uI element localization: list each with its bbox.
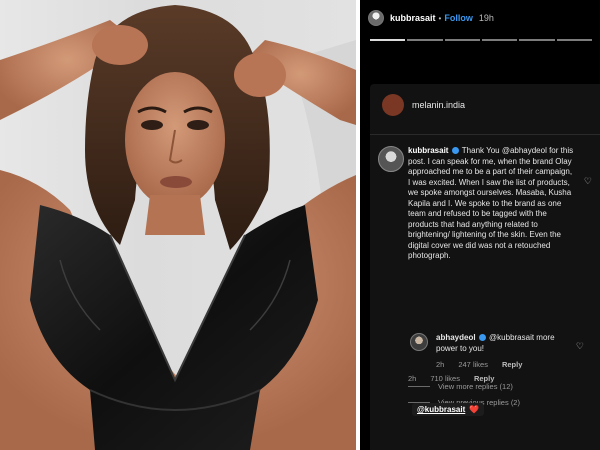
reply-avatar[interactable]: [410, 333, 428, 351]
reply-age: 2h: [436, 360, 445, 369]
comment-text: kubbrasait Thank You @abhaydeol for this…: [408, 146, 576, 262]
separator-dot: •: [438, 13, 442, 23]
instagram-story: kubbrasait • Follow 19h melanin.india ku…: [360, 0, 600, 450]
verified-badge-icon: [451, 147, 459, 154]
view-more-replies[interactable]: View more replies (12): [408, 382, 513, 391]
verified-badge-icon: [478, 334, 486, 341]
portrait-illustration: [0, 5, 356, 450]
commenter-avatar[interactable]: [378, 146, 404, 172]
story-timestamp: 19h: [478, 13, 494, 23]
progress-segment: [407, 39, 443, 41]
reply-button[interactable]: Reply: [502, 360, 522, 369]
progress-segment: [556, 39, 592, 41]
progress-segment: [444, 39, 480, 41]
progress-segment: [519, 39, 555, 41]
comment-body: Thank You @abhaydeol for this post. I ca…: [408, 146, 574, 260]
progress-segment: [481, 39, 518, 41]
red-heart-emoji: ❤️: [469, 405, 480, 414]
reply-meta: 2h 247 likes Reply: [436, 360, 522, 369]
mention-tag[interactable]: @kubbrasait: [417, 405, 465, 414]
mention-sticker[interactable]: @kubbrasait ❤️: [412, 403, 485, 416]
heart-outline-icon[interactable]: ♡: [576, 341, 584, 352]
brand-avatar[interactable]: [382, 94, 404, 116]
reply-username[interactable]: abhaydeol: [436, 333, 476, 342]
reply-text: abhaydeol @kubbrasait more power to you!: [436, 333, 558, 354]
card-separator: [370, 134, 600, 135]
model-photo: [0, 0, 356, 450]
heart-outline-icon[interactable]: ♡: [584, 176, 592, 187]
profile-avatar[interactable]: [368, 10, 384, 26]
follow-button[interactable]: Follow: [444, 13, 473, 23]
reply-likes[interactable]: 247 likes: [458, 360, 488, 369]
story-progress-bar: [370, 39, 592, 41]
story-username[interactable]: kubbrasait: [390, 13, 436, 23]
reply-line: [408, 386, 430, 387]
view-more-label: View more replies (12): [438, 382, 513, 391]
progress-segment: [370, 39, 406, 41]
shared-post-card[interactable]: melanin.india kubbrasait Thank You @abha…: [370, 84, 600, 450]
commenter-username[interactable]: kubbrasait: [408, 146, 448, 155]
post-header: melanin.india: [370, 84, 600, 116]
brand-username[interactable]: melanin.india: [412, 100, 465, 110]
story-header: kubbrasait • Follow 19h: [360, 0, 600, 36]
